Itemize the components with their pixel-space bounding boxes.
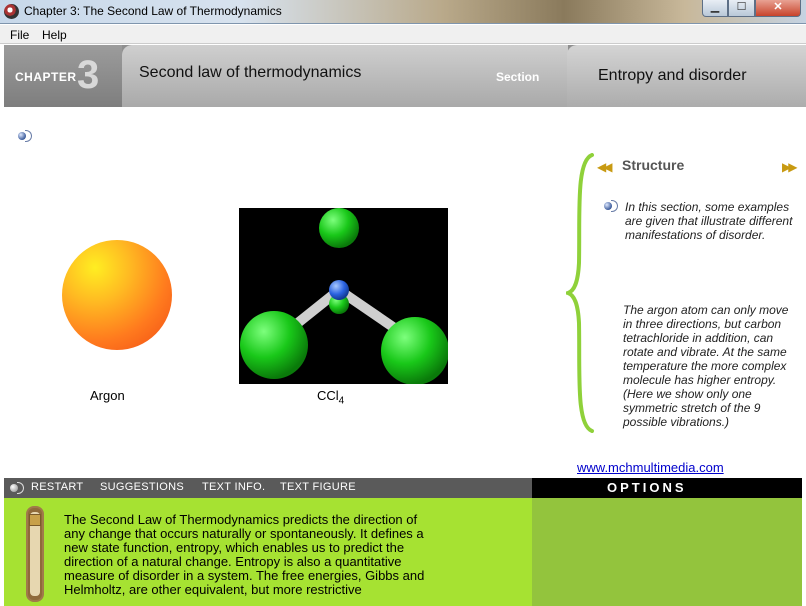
options-panel bbox=[532, 498, 802, 606]
argon-atom bbox=[62, 240, 172, 350]
panel-description: In this section, some examples are given… bbox=[625, 200, 793, 242]
options-button[interactable]: OPTIONS bbox=[607, 480, 687, 495]
chapter-label: CHAPTER bbox=[15, 70, 77, 84]
argon-label: Argon bbox=[90, 388, 125, 403]
ccl4-molecule-graphic bbox=[240, 208, 448, 384]
next-arrow-icon[interactable]: ▶▶ bbox=[782, 160, 798, 174]
maximize-button[interactable]: ☐ bbox=[728, 0, 755, 17]
panel-speaker-icon[interactable] bbox=[604, 200, 620, 212]
title-bar: Chapter 3: The Second Law of Thermodynam… bbox=[0, 0, 806, 24]
body-text: The Second Law of Thermodynamics predict… bbox=[64, 513, 425, 597]
scrollbar-thumb[interactable] bbox=[29, 514, 41, 526]
text-figure-button[interactable]: TEXT FIGURE bbox=[280, 481, 356, 493]
panel-explanation: The argon atom can only move in three di… bbox=[623, 303, 789, 429]
menu-bar: File Help bbox=[0, 25, 806, 44]
ccl4-molecule bbox=[239, 208, 448, 384]
minimize-button[interactable]: ▁ bbox=[702, 0, 728, 17]
ccl4-label: CCl4 bbox=[317, 388, 345, 407]
window-title: Chapter 3: The Second Law of Thermodynam… bbox=[24, 4, 282, 18]
section-title: Entropy and disorder bbox=[598, 67, 747, 84]
brace-decoration bbox=[566, 153, 594, 433]
chapter-number: 3 bbox=[77, 53, 100, 97]
restart-button[interactable]: RESTART bbox=[31, 481, 83, 493]
suggestions-button[interactable]: SUGGESTIONS bbox=[100, 481, 184, 493]
menu-help[interactable]: Help bbox=[42, 28, 67, 42]
close-button[interactable]: ✕ bbox=[755, 0, 801, 17]
chapter-header: CHAPTER 3 Second law of thermodynamics S… bbox=[4, 45, 806, 107]
text-info-button[interactable]: TEXT INFO. bbox=[202, 481, 265, 493]
panel-title: Structure bbox=[622, 157, 685, 173]
website-link[interactable]: www.mchmultimedia.com bbox=[577, 460, 724, 475]
chapter-title: Second law of thermodynamics bbox=[139, 64, 362, 81]
menu-file[interactable]: File bbox=[10, 28, 29, 42]
speaker-icon[interactable] bbox=[18, 130, 34, 142]
app-icon bbox=[4, 4, 19, 19]
prev-arrow-icon[interactable]: ◀◀ bbox=[597, 160, 613, 174]
toolbar-speaker-icon[interactable] bbox=[10, 482, 26, 494]
section-label: Section bbox=[496, 70, 540, 84]
